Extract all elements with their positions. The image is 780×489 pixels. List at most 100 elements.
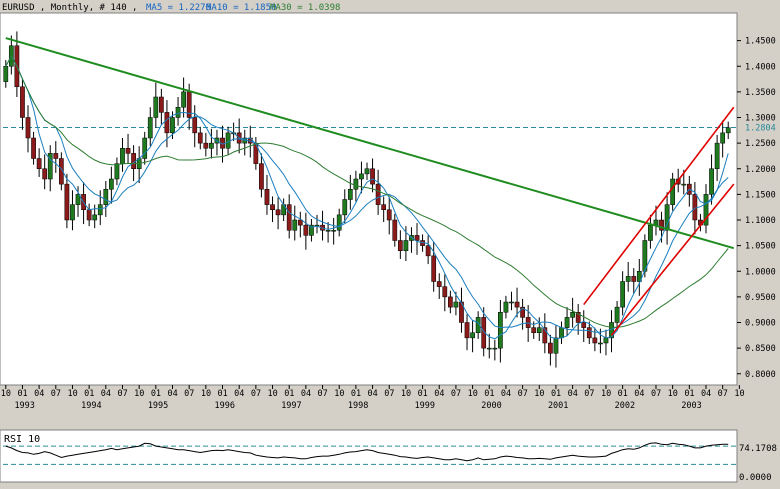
current-price-label: 1.2804 [745,124,776,134]
rsi-value-label: 74.1708 [739,444,777,454]
candle-body-up [598,342,603,345]
price-tick-label: 1.2500 [745,139,776,149]
candle-body-up [564,317,570,328]
candle-body-up [470,332,475,339]
candle-body-down [25,117,31,139]
chart-window: 1.4500 1.4000 1.3500 1.3000 1.2500 1.2000 1.15… [0,0,780,485]
month-tick-label: 07 [518,389,528,399]
year-label: 2001 [548,401,568,411]
candle-body-up [342,199,348,216]
candle-body-up [97,204,103,216]
ma10-legend-label: MA10 = 1.1850 [206,3,276,13]
candle-body-up [403,240,409,251]
candle-body-up [114,163,120,180]
candle-body-down [259,163,264,190]
month-tick-label: 04 [234,389,244,399]
month-tick-label: 07 [718,389,728,399]
candle-body-up [364,168,370,175]
price-tick-label: 1.3500 [745,88,776,98]
year-label: 1995 [148,401,168,411]
candle-body-up [225,132,231,149]
candle-body-up [620,281,625,308]
price-tick-label: 0.9000 [745,319,776,329]
price-tick-label: 1.3000 [745,114,776,124]
candle-body-up [648,224,653,241]
month-tick-label: 04 [34,389,44,399]
month-tick-label: 10 [334,389,344,399]
month-tick-label: 10 [268,389,278,399]
candle-body-down [286,204,292,231]
candle-body-down [592,337,598,344]
month-tick-label: 01 [551,389,561,399]
month-tick-label: 01 [618,389,628,399]
candle-body-up [709,168,714,195]
rsi-indicator-panel [0,429,738,483]
candle-body-down [548,342,553,354]
month-tick-label: 04 [701,389,711,399]
year-label: 2002 [615,401,635,411]
candle-body-down [203,142,209,149]
candle-body-up [559,327,564,339]
candle-body-down [381,204,387,210]
price-tick-label: 1.2000 [745,165,776,175]
candle-body-down [370,168,375,185]
month-tick-label: 10 [201,389,211,399]
candle-body-up [347,189,353,200]
year-label: 2003 [681,401,701,411]
chart-canvas: 1.4500 1.4000 1.3500 1.3000 1.2500 1.2000 1.15… [0,0,780,485]
candle-body-up [498,312,503,349]
ma5-legend-label: MA5 = 1.2276 [146,3,211,13]
candle-body-up [503,301,509,313]
candle-body-up [725,127,731,134]
rsi-title-label: RSI 10 [4,434,40,445]
candle-body-down [425,245,431,257]
candle-body-up [570,312,575,318]
candle-body-down [159,96,164,113]
price-tick-label: 0.9500 [745,293,776,303]
candle-body-down [20,86,25,118]
month-tick-label: 07 [384,389,394,399]
candle-body-up [509,301,514,304]
month-tick-label: 10 [401,389,411,399]
candle-body-up [536,327,542,333]
candle-body-up [175,107,181,118]
candle-body-down [192,117,198,134]
month-tick-label: 07 [651,389,661,399]
year-label: 1996 [215,401,235,411]
month-tick-label: 10 [601,389,611,399]
candle-body-down [303,224,309,236]
candle-body-down [414,235,420,241]
month-tick-label: 01 [484,389,494,399]
year-label: 1999 [415,401,435,411]
month-tick-label: 07 [251,389,261,399]
candle-body-down [581,322,587,328]
candle-body-down [275,209,281,216]
year-label: 1993 [14,401,34,411]
candle-body-down [447,296,453,308]
candle-body-up [92,214,98,221]
month-tick-label: 07 [451,389,461,399]
candle-body-down [42,168,48,180]
candle-body-up [670,178,676,205]
year-label: 1998 [348,401,368,411]
month-tick-label: 04 [167,389,177,399]
candle-body-down [64,183,70,221]
price-tick-label: 1.1000 [745,216,776,226]
candle-body-down [297,219,303,226]
month-tick-label: 07 [584,389,594,399]
price-tick-label: 1.4000 [745,62,776,72]
candle-body-down [531,327,537,333]
candle-body-up [292,219,298,231]
ma30-legend-label: MA30 = 1.0398 [270,3,340,13]
candle-body-up [147,117,153,139]
year-label: 1994 [81,401,101,411]
candle-body-up [359,173,364,180]
month-tick-label: 01 [17,389,27,399]
candle-body-up [720,132,726,144]
candle-body-down [125,148,131,154]
price-tick-label: 1.4500 [745,37,776,47]
candle-body-down [692,194,698,221]
candle-body-down [586,327,592,339]
month-tick-label: 01 [151,389,161,399]
symbol-info-label: EURUSD , Monthly, # 140 , [2,3,137,13]
